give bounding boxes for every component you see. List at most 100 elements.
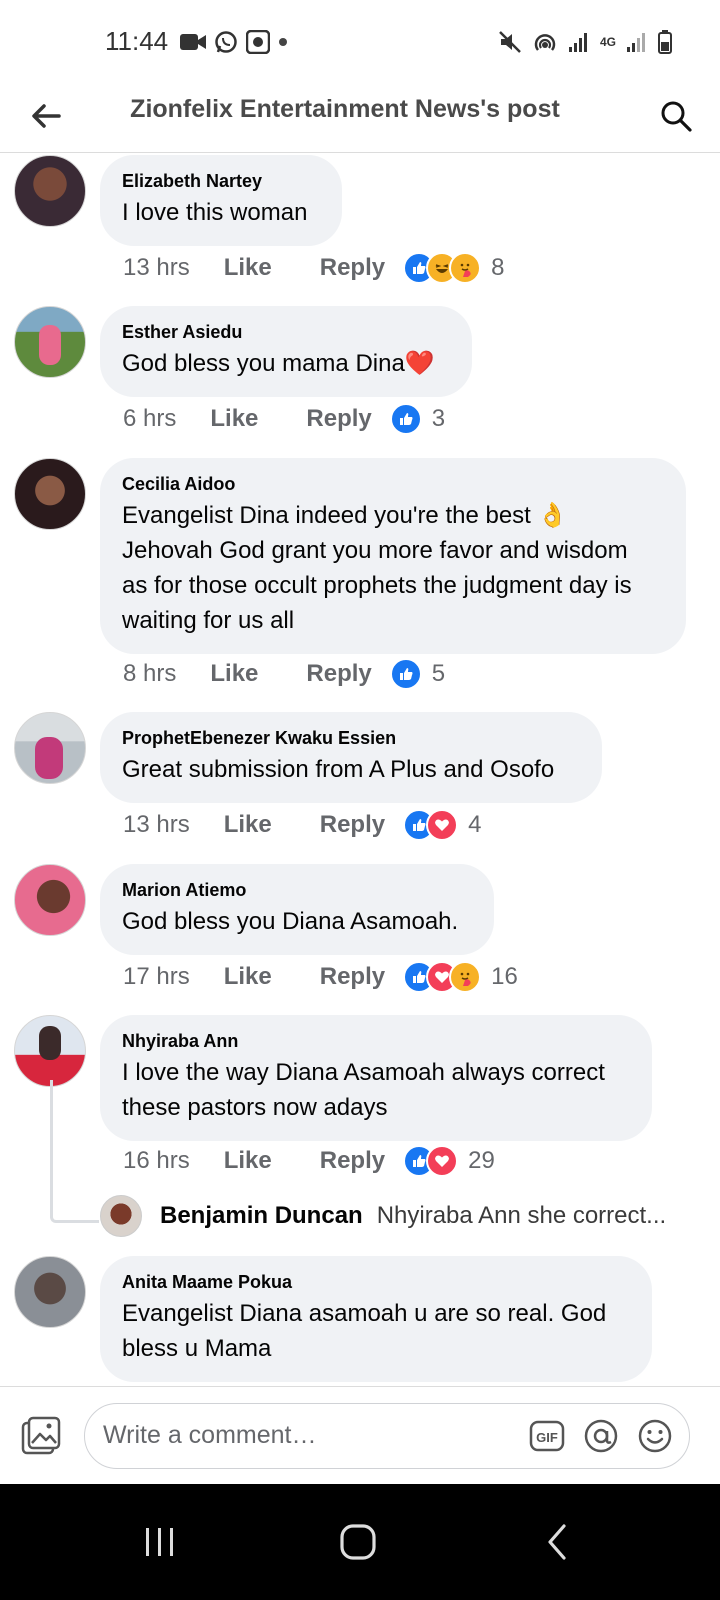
- like-button[interactable]: Like: [224, 1147, 272, 1175]
- comment-bubble[interactable]: ProphetEbenezer Kwaku Essien Great submi…: [100, 712, 602, 803]
- comment-text: Great submission from A Plus and Osofo: [122, 756, 555, 783]
- reply-text: Nhyiraba Ann she correct...: [376, 1202, 667, 1229]
- comment-bubble[interactable]: Cecilia Aidoo Evangelist Dina indeed you…: [100, 458, 686, 654]
- battery-icon: [658, 30, 672, 54]
- like-button[interactable]: Like: [210, 660, 258, 688]
- back-nav-button[interactable]: [538, 1520, 578, 1564]
- signal-icon-2: [627, 33, 645, 52]
- photo-button[interactable]: [20, 1415, 62, 1457]
- post-header: Zionfelix Entertainment News's post: [0, 80, 720, 153]
- comment-input-placeholder: Write a comment…: [103, 1421, 317, 1449]
- reaction-summary[interactable]: 3: [389, 403, 445, 435]
- comment-bubble[interactable]: Anita Maame Pokua Evangelist Diana asamo…: [100, 1256, 652, 1382]
- comment-author[interactable]: Nhyiraba Ann: [122, 1029, 630, 1053]
- reaction-count: 16: [491, 963, 518, 990]
- like-button[interactable]: Like: [224, 811, 272, 839]
- reply-button[interactable]: Reply: [306, 660, 371, 688]
- comment-author[interactable]: Elizabeth Nartey: [122, 169, 320, 193]
- gif-icon: GIF: [529, 1420, 565, 1452]
- comment-meta: 17 hrs Like Reply 16: [123, 959, 518, 995]
- comment-composer: Write a comment… GIF: [0, 1386, 720, 1485]
- like-reaction-icon: [389, 403, 422, 435]
- home-icon: [340, 1524, 376, 1560]
- reaction-summary[interactable]: 4: [403, 809, 481, 841]
- reaction-summary[interactable]: 29: [403, 1145, 495, 1177]
- status-left-icons: [180, 30, 288, 54]
- hotspot-icon: [534, 34, 556, 51]
- avatar[interactable]: [14, 1256, 86, 1328]
- reaction-summary[interactable]: 8: [403, 252, 504, 284]
- avatar[interactable]: [14, 1015, 86, 1087]
- comment-text-line: Evangelist Diana asamoah u are so real. …: [122, 1300, 607, 1327]
- avatar[interactable]: [14, 864, 86, 936]
- comment-time[interactable]: 13 hrs: [123, 811, 190, 839]
- reply-button[interactable]: Reply: [320, 811, 385, 839]
- network-type-label: 4G: [599, 35, 616, 49]
- comment-author[interactable]: Cecilia Aidoo: [122, 472, 664, 496]
- reply-button[interactable]: Reply: [320, 1147, 385, 1175]
- avatar[interactable]: [100, 1195, 142, 1237]
- comment-author[interactable]: ProphetEbenezer Kwaku Essien: [122, 726, 580, 750]
- care-reaction-icon: [449, 252, 482, 284]
- search-button[interactable]: [652, 92, 700, 140]
- reply-preview[interactable]: Benjamin Duncan Nhyiraba Ann she correct…: [100, 1194, 700, 1238]
- comment-text: I love this woman: [122, 199, 308, 226]
- status-bar: 11:44 4G: [0, 0, 720, 80]
- status-right-icons: 4G: [498, 30, 672, 54]
- emoji-button[interactable]: [637, 1418, 673, 1454]
- like-button[interactable]: Like: [224, 254, 272, 282]
- comment-text: God bless you Diana Asamoah.: [122, 908, 459, 935]
- comment-author[interactable]: Esther Asiedu: [122, 320, 450, 344]
- comment-bubble[interactable]: Esther Asiedu God bless you mama Dina❤️: [100, 306, 472, 397]
- comment-meta: 16 hrs Like Reply 29: [123, 1143, 495, 1179]
- avatar[interactable]: [14, 155, 86, 227]
- comment-time[interactable]: 6 hrs: [123, 405, 176, 433]
- search-icon: [661, 101, 692, 132]
- like-button[interactable]: Like: [224, 963, 272, 991]
- page-title: Zionfelix Entertainment News's post: [130, 95, 560, 123]
- avatar[interactable]: [14, 458, 86, 530]
- system-navigation-bar: [0, 1484, 720, 1600]
- mention-button[interactable]: [583, 1418, 619, 1454]
- reaction-count: 4: [468, 811, 482, 838]
- comment-input[interactable]: Write a comment… GIF: [84, 1403, 690, 1469]
- reaction-summary[interactable]: 5: [389, 658, 446, 690]
- reply-author[interactable]: Benjamin Duncan: [160, 1202, 363, 1230]
- comment-bubble[interactable]: Elizabeth Nartey I love this woman: [100, 155, 342, 246]
- reply-button[interactable]: Reply: [306, 405, 371, 433]
- reply-button[interactable]: Reply: [320, 254, 385, 282]
- recents-button[interactable]: [140, 1522, 180, 1562]
- comment-text: Evangelist Diana asamoah u are so real. …: [122, 1296, 630, 1366]
- comment-time[interactable]: 16 hrs: [123, 1147, 190, 1175]
- comment-author[interactable]: Anita Maame Pokua: [122, 1270, 630, 1294]
- care-reaction-icon: [449, 961, 482, 993]
- comment-bubble[interactable]: Nhyiraba Ann I love the way Diana Asamoa…: [100, 1015, 652, 1141]
- love-reaction-icon: [426, 809, 459, 841]
- comment-text-line: these pastors now adays: [122, 1094, 388, 1121]
- avatar[interactable]: [14, 712, 86, 784]
- comment-time[interactable]: 17 hrs: [123, 963, 190, 991]
- gif-button[interactable]: GIF: [529, 1418, 565, 1454]
- comment-author[interactable]: Marion Atiemo: [122, 878, 472, 902]
- love-reaction-icon: [426, 1145, 459, 1177]
- comment-text-line: Evangelist Dina indeed you're the best 👌: [122, 502, 568, 529]
- like-reaction-icon: [389, 658, 422, 690]
- comment-time[interactable]: 8 hrs: [123, 660, 176, 688]
- whatsapp-icon: [215, 31, 237, 53]
- comment-bubble[interactable]: Marion Atiemo God bless you Diana Asamoa…: [100, 864, 494, 955]
- reaction-summary[interactable]: 16: [403, 961, 518, 993]
- gif-label: GIF: [536, 1430, 558, 1445]
- reply-button[interactable]: Reply: [320, 963, 385, 991]
- like-button[interactable]: Like: [210, 405, 258, 433]
- home-button[interactable]: [336, 1520, 382, 1564]
- smiley-icon: [638, 1419, 672, 1453]
- comment-text-line: I love the way Diana Asamoah always corr…: [122, 1059, 605, 1086]
- chevron-left-icon: [548, 1524, 566, 1560]
- comment-time[interactable]: 13 hrs: [123, 254, 190, 282]
- comment-text: God bless you mama Dina❤️: [122, 350, 435, 377]
- comment-meta: 8 hrs Like Reply 5: [123, 656, 445, 692]
- avatar[interactable]: [14, 306, 86, 378]
- comment-text-line: bless u Mama: [122, 1335, 272, 1362]
- status-time: 11:44: [105, 26, 169, 56]
- reaction-count: 5: [431, 660, 446, 687]
